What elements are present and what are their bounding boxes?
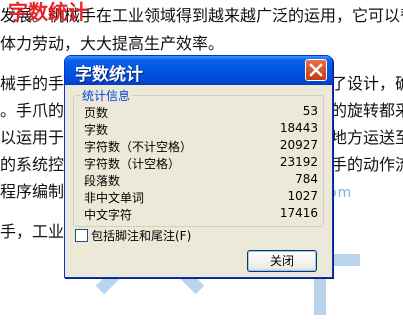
stat-value: 1027 bbox=[287, 189, 318, 203]
stat-row-pages: 页数 53 bbox=[84, 104, 318, 120]
close-button[interactable]: 关闭 bbox=[247, 250, 317, 272]
statistics-group-label: 统计信息 bbox=[80, 87, 133, 104]
dialog-titlebar[interactable]: 字数统计 bbox=[65, 56, 332, 85]
stat-value: 23192 bbox=[279, 155, 318, 169]
stat-label: 中文字符 bbox=[84, 208, 133, 222]
stat-label: 非中文单词 bbox=[84, 191, 145, 205]
stat-value: 17416 bbox=[279, 206, 318, 220]
word-count-dialog: 字数统计 统计信息 页数 53 字数 18443 字符数（不计空格） 20927… bbox=[64, 55, 333, 278]
stat-label: 字符数（不计空格） bbox=[84, 140, 193, 154]
stat-label: 字数 bbox=[84, 123, 109, 137]
stat-row-chars-with-spaces: 字符数（计空格） 23192 bbox=[84, 155, 318, 171]
stat-value: 18443 bbox=[279, 121, 318, 135]
stat-row-chinese-chars: 中文字符 17416 bbox=[84, 206, 318, 222]
dialog-title: 字数统计 bbox=[75, 65, 143, 85]
doc-heading: 字数统计 bbox=[8, 0, 88, 24]
doc-line-fragment: 地方运送至 bbox=[331, 128, 403, 147]
doc-line: 体力劳动，大大提高生产效率。 bbox=[0, 34, 225, 53]
doc-line-fragment: 手的动作流 bbox=[331, 155, 403, 174]
include-footnotes-label[interactable]: 包括脚注和尾注(F) bbox=[91, 227, 191, 244]
include-footnotes-checkbox[interactable] bbox=[75, 229, 88, 242]
doc-line-fragment: 了设计，确 bbox=[331, 74, 403, 93]
stat-row-paragraphs: 段落数 784 bbox=[84, 172, 318, 188]
stat-row-chars-no-spaces: 字符数（不计空格） 20927 bbox=[84, 138, 318, 154]
close-icon[interactable] bbox=[305, 59, 327, 81]
stat-label: 段落数 bbox=[84, 174, 121, 188]
stat-label: 页数 bbox=[84, 106, 109, 120]
statistics-group: 统计信息 页数 53 字数 18443 字符数（不计空格） 20927 字符数（… bbox=[73, 87, 324, 227]
stat-label: 字符数（计空格） bbox=[84, 157, 181, 171]
stat-row-non-chinese-words: 非中文单词 1027 bbox=[84, 189, 318, 205]
doc-line: 手，工业 bbox=[0, 222, 65, 241]
stat-value: 784 bbox=[295, 172, 318, 186]
doc-line-fragment: 的旋转都采 bbox=[331, 101, 403, 120]
stat-value: 53 bbox=[302, 104, 318, 118]
stat-row-words: 字数 18443 bbox=[84, 121, 318, 137]
stat-value: 20927 bbox=[279, 138, 318, 152]
